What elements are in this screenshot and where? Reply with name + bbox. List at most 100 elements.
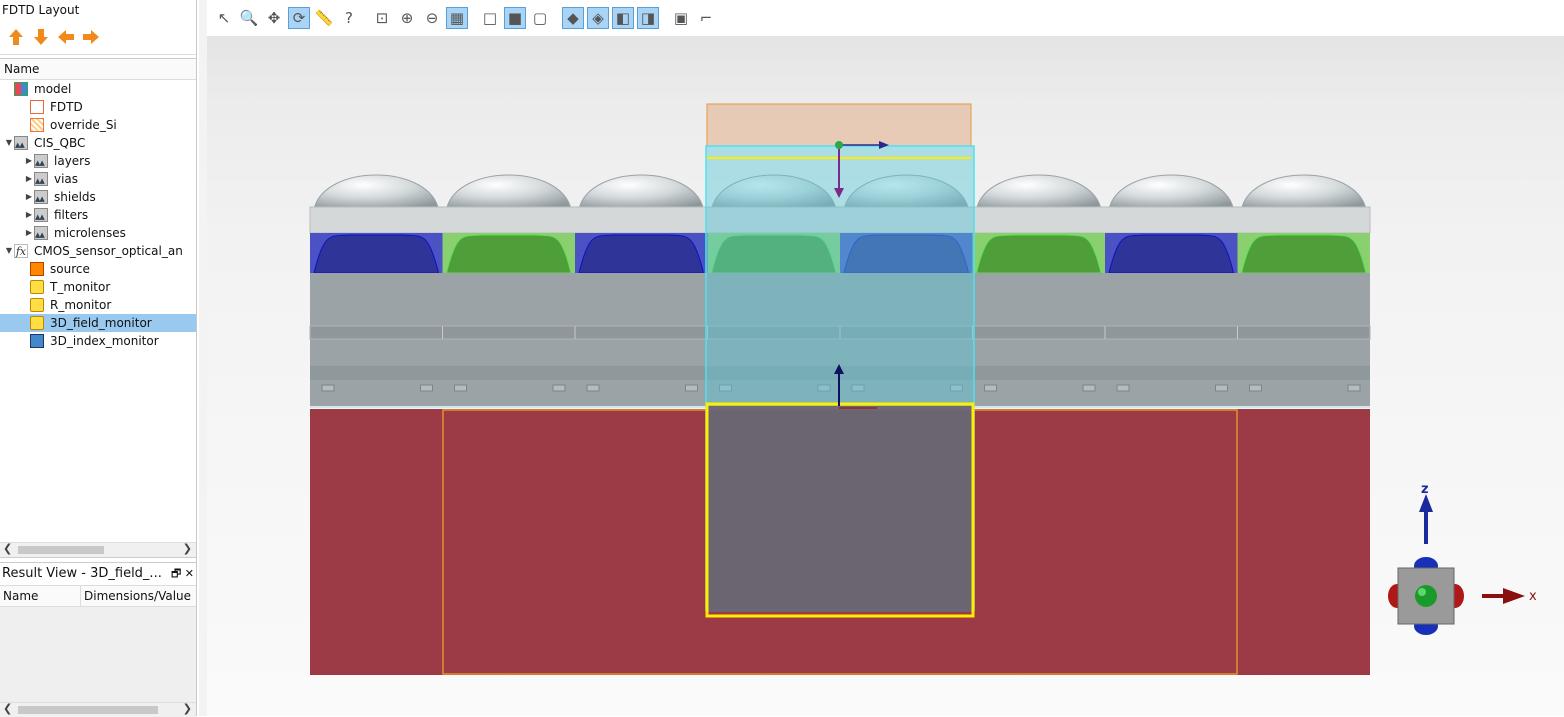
select-icon[interactable]: ↖ bbox=[213, 7, 235, 29]
structure-group-icon bbox=[34, 190, 48, 206]
zoom-out-icon[interactable]: ⊖ bbox=[421, 7, 443, 29]
tree-item-r-monitor[interactable]: R_monitor bbox=[0, 296, 196, 314]
expand-toggle-icon[interactable]: ▶ bbox=[24, 224, 34, 242]
pan-icon[interactable]: ✥ bbox=[263, 7, 285, 29]
filter-shape-green bbox=[1240, 234, 1367, 274]
result-view-body bbox=[0, 607, 196, 703]
microlens-dome bbox=[1108, 174, 1234, 209]
tree-item-label: model bbox=[34, 82, 72, 96]
tree-item-3d-field-monitor[interactable]: 3D_field_monitor bbox=[0, 314, 196, 332]
microlens-dome bbox=[313, 174, 439, 209]
view-xy-icon[interactable]: ◈ bbox=[587, 7, 609, 29]
source-origin-dot[interactable] bbox=[835, 141, 843, 149]
via bbox=[420, 384, 433, 392]
tree-item-filters[interactable]: ▶ filters bbox=[0, 206, 196, 224]
tree-item-model[interactable]: model bbox=[0, 80, 196, 98]
view-wireframe-icon[interactable]: ▢ bbox=[529, 7, 551, 29]
tree-item-override-si[interactable]: override_Si bbox=[0, 116, 196, 134]
result-view-header: Name Dimensions/Value bbox=[0, 585, 196, 607]
rotate-icon[interactable]: ⟳ bbox=[288, 7, 310, 29]
via bbox=[1215, 384, 1228, 392]
tree-item-3d-index-monitor[interactable]: 3D_index_monitor bbox=[0, 332, 196, 350]
scroll-left-icon[interactable]: ❮ bbox=[3, 542, 12, 555]
zoom-in-icon[interactable]: ⊕ bbox=[396, 7, 418, 29]
view-box-icon[interactable]: □ bbox=[479, 7, 501, 29]
result-scroll-left-icon[interactable]: ❮ bbox=[3, 702, 12, 715]
tree-item-source[interactable]: source bbox=[0, 260, 196, 278]
object-tree: Name modelFDTDoverride_Si▼CIS_QBC▶layers… bbox=[0, 58, 196, 558]
view-xz-icon[interactable]: ◧ bbox=[612, 7, 634, 29]
tree-item-layers[interactable]: ▶ layers bbox=[0, 152, 196, 170]
tree-item-label: source bbox=[50, 262, 90, 276]
via bbox=[1082, 384, 1096, 392]
view-toolbar: ↖ 🔍 ✥ ⟳ 📏? ⊡ ⊕ ⊖ ▦ □ ■ ▢ ◆ ◈ ◧ ◨ ▣ ⌐ bbox=[207, 0, 1564, 36]
tree-item-label: microlenses bbox=[54, 226, 126, 240]
result-scroll-right-icon[interactable]: ❯ bbox=[183, 702, 192, 715]
tree-horizontal-scrollbar[interactable]: ❮ ❯ bbox=[0, 542, 196, 557]
view-solid-icon[interactable]: ■ bbox=[504, 7, 526, 29]
expand-toggle-icon[interactable]: ▶ bbox=[24, 206, 34, 224]
result-view-title-text: Result View - 3D_field_... bbox=[2, 566, 162, 581]
ruler-icon[interactable]: 📏 bbox=[313, 7, 335, 29]
close-icon[interactable]: ✕ bbox=[185, 567, 194, 580]
filter-shape-green bbox=[445, 234, 572, 274]
zoom-region-icon[interactable]: 🔍 bbox=[238, 7, 260, 29]
panel-splitter[interactable] bbox=[199, 0, 207, 716]
result-view-title: Result View - 3D_field_... 🗗 ✕ bbox=[0, 563, 196, 585]
tree-column-header: Name bbox=[0, 59, 196, 80]
expand-toggle-icon[interactable]: ▼ bbox=[4, 242, 14, 260]
arrow-up-icon[interactable] bbox=[6, 26, 26, 48]
via bbox=[552, 384, 566, 392]
tree-item-label: layers bbox=[54, 154, 91, 168]
3d-viewport[interactable]: z x bbox=[207, 36, 1564, 716]
scroll-right-icon[interactable]: ❯ bbox=[183, 542, 192, 555]
expand-toggle-icon[interactable]: ▶ bbox=[24, 170, 34, 188]
microlens-dome bbox=[1241, 174, 1367, 209]
restore-icon[interactable]: 🗗 bbox=[171, 567, 181, 580]
tree-item-cmos-sensor-optical-an[interactable]: ▼ fx CMOS_sensor_optical_an bbox=[0, 242, 196, 260]
tree-item-microlenses[interactable]: ▶ microlenses bbox=[0, 224, 196, 242]
expand-toggle-icon[interactable]: ▶ bbox=[24, 188, 34, 206]
toggle-grid-icon[interactable]: ▦ bbox=[446, 7, 468, 29]
zoom-extent-icon[interactable]: ⊡ bbox=[371, 7, 393, 29]
layout-panel: FDTD Layout Name model FDTD override_Si ▼ CI… bbox=[0, 0, 197, 717]
arrow-down-icon[interactable] bbox=[31, 26, 51, 48]
tree-list: modelFDTDoverride_Si▼CIS_QBC▶layers▶vias… bbox=[0, 80, 196, 350]
arrow-left-icon[interactable] bbox=[56, 26, 76, 48]
structure-group-icon bbox=[34, 154, 48, 170]
ruler-vertical-icon[interactable]: ⌐ bbox=[695, 7, 717, 29]
via bbox=[321, 384, 335, 392]
cube-icon[interactable]: ▣ bbox=[670, 7, 692, 29]
scroll-thumb[interactable] bbox=[18, 546, 104, 554]
structure-group-icon bbox=[34, 226, 48, 242]
tree-item-cis-qbc[interactable]: ▼ CIS_QBC bbox=[0, 134, 196, 152]
microlens-dome bbox=[578, 174, 704, 209]
tree-item-label: 3D_index_monitor bbox=[50, 334, 159, 348]
tree-item-vias[interactable]: ▶ vias bbox=[0, 170, 196, 188]
tree-item-label: FDTD bbox=[50, 100, 83, 114]
tree-item-shields[interactable]: ▶ shields bbox=[0, 188, 196, 206]
monitor-substrate-overlap bbox=[708, 406, 972, 612]
filter-shape-blue bbox=[313, 234, 440, 274]
tree-item-label: shields bbox=[54, 190, 96, 204]
monitor-icon bbox=[30, 316, 44, 330]
fdtd-icon bbox=[30, 100, 44, 114]
arrow-right-icon[interactable] bbox=[81, 26, 101, 48]
view-yz-icon[interactable]: ◨ bbox=[637, 7, 659, 29]
tree-item-t-monitor[interactable]: T_monitor bbox=[0, 278, 196, 296]
microlens-dome bbox=[446, 174, 572, 209]
tree-item-label: vias bbox=[54, 172, 79, 186]
scene-canvas[interactable]: z x bbox=[207, 36, 1564, 716]
view-perspective-icon[interactable]: ◆ bbox=[562, 7, 584, 29]
axis-gizmo[interactable]: z x bbox=[1388, 482, 1537, 635]
tree-item-label: CMOS_sensor_optical_an bbox=[34, 244, 183, 258]
structure-group-icon bbox=[34, 172, 48, 188]
source-region[interactable] bbox=[706, 103, 972, 147]
tree-item-fdtd[interactable]: FDTD bbox=[0, 98, 196, 116]
result-horizontal-scrollbar[interactable]: ❮ ❯ bbox=[0, 702, 196, 717]
result-scroll-thumb[interactable] bbox=[18, 706, 158, 714]
expand-toggle-icon[interactable]: ▶ bbox=[24, 152, 34, 170]
help-icon[interactable]: ? bbox=[338, 7, 360, 29]
expand-toggle-icon[interactable]: ▼ bbox=[4, 134, 14, 152]
structure-group-icon bbox=[34, 208, 48, 224]
